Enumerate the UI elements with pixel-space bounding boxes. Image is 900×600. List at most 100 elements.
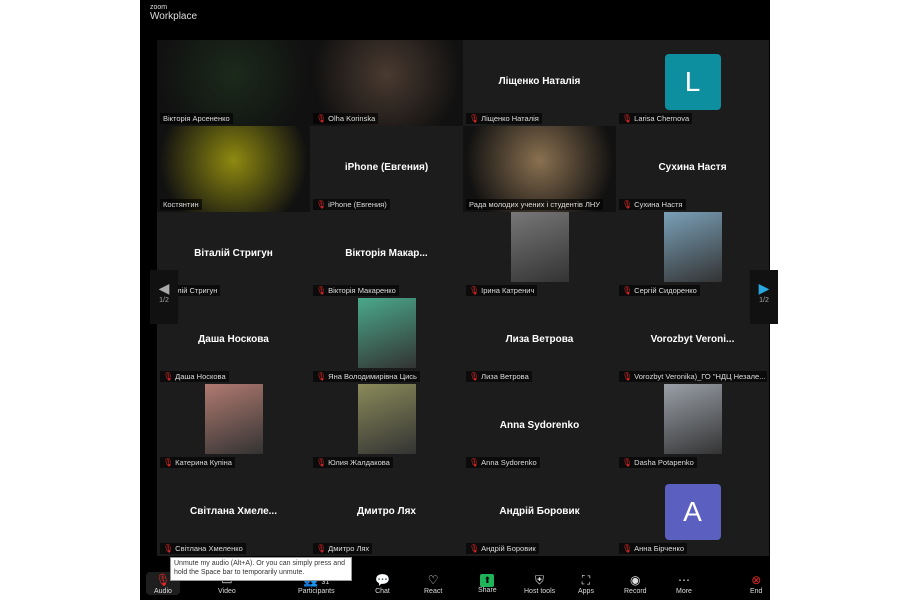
participant-tile[interactable]: 🎙 Olha Korinska	[310, 40, 463, 126]
participant-avatar: A	[664, 484, 721, 540]
mic-muted-icon: 🎙	[622, 114, 633, 123]
participant-tile[interactable]: Вікторія Арсененко	[157, 40, 310, 126]
participant-tile[interactable]: Вікторія Макар... 🎙 Вікторія Макаренко	[310, 212, 463, 298]
participant-photo	[663, 384, 722, 454]
unmute-tooltip: Unmute my audio (Alt+A). Or you can simp…	[170, 557, 352, 581]
participant-center-name: iPhone (Евгения)	[344, 162, 429, 173]
more-button[interactable]: ⋯ More	[676, 572, 692, 595]
participant-name-label: 🎙 Юлия Жалдакова	[313, 457, 393, 468]
mic-muted-icon: 🎙	[316, 286, 327, 295]
participant-tile[interactable]: Світлана Хмеле... 🎙 Світлана Хмеленко	[157, 470, 310, 556]
mic-muted-icon: 🎙	[163, 372, 174, 381]
mic-muted-icon: 🎙	[622, 286, 633, 295]
mic-muted-icon: 🎙	[316, 544, 327, 553]
mic-muted-icon: 🎙	[622, 372, 633, 381]
participant-name-label: Вікторія Арсененко	[160, 113, 233, 124]
participant-name-label: 🎙 Larisa Chernova	[619, 113, 693, 124]
prev-page-button[interactable]: ◀ 1/2	[150, 270, 178, 324]
participant-center-name: Anna Sydorenko	[499, 420, 580, 431]
participant-name-label: 🎙 Яна Володимирівна Цись	[313, 371, 420, 382]
participant-tile[interactable]: Віталій Стригун Віталій Стригун	[157, 212, 310, 298]
mic-muted-icon: 🎙	[469, 114, 480, 123]
participant-name-label: 🎙 Сергій Сидоренко	[619, 285, 700, 296]
mic-muted-icon: 🎙	[163, 544, 174, 553]
participant-tile[interactable]: A 🎙 Анна Бірченко	[616, 470, 769, 556]
mic-muted-icon: 🎙	[316, 372, 327, 381]
end-icon: ⊗	[751, 573, 762, 587]
participant-photo	[663, 212, 722, 282]
react-button[interactable]: ♡ React	[424, 572, 442, 595]
participant-name-label: 🎙 iPhone (Евгения)	[313, 199, 390, 210]
participant-name-label: 🎙 Вікторія Макаренко	[313, 285, 399, 296]
mic-muted-icon: 🎙	[316, 458, 327, 467]
participant-name-label: 🎙 Дмитро Лях	[313, 543, 373, 554]
participant-center-name: Ліщенко Наталія	[498, 76, 581, 87]
record-button[interactable]: ◉ Record	[624, 572, 647, 595]
participant-tile[interactable]: Костянтин	[157, 126, 310, 212]
participant-tile[interactable]: 🎙 Dasha Potapenko	[616, 384, 769, 470]
participant-name-label: 🎙 Dasha Potapenko	[619, 457, 697, 468]
participant-photo	[357, 298, 416, 368]
participant-name-label: 🎙 Anna Sydorenko	[466, 457, 540, 468]
participant-tile[interactable]: Сухина Настя 🎙 Сухина Настя	[616, 126, 769, 212]
participant-tile[interactable]: Лиза Ветрова 🎙 Лиза Ветрова	[463, 298, 616, 384]
gallery-grid: Вікторія Арсененко 🎙 Olha Korinska Ліщенко …	[157, 40, 769, 556]
mic-muted-icon: 🎙	[163, 458, 174, 467]
participant-photo	[510, 212, 569, 282]
participant-name-label: 🎙 Ліщенко Наталія	[466, 113, 542, 124]
participant-name-label: 🎙 Ірина Катренич	[466, 285, 538, 296]
participant-avatar: L	[664, 54, 721, 110]
participant-name-label: 🎙 Катерина Купіна	[160, 457, 235, 468]
participant-photo	[204, 384, 263, 454]
end-button[interactable]: ⊗ End	[750, 572, 762, 595]
share-button[interactable]: ⬆ Share	[478, 572, 497, 594]
chevron-left-icon: ◀	[158, 280, 170, 296]
participant-name-label: 🎙 Анна Бірченко	[619, 543, 688, 554]
apps-button[interactable]: ⛶ Apps	[578, 572, 594, 595]
mic-muted-icon: 🎙	[622, 200, 633, 209]
heart-icon: ♡	[427, 573, 439, 587]
record-icon: ◉	[630, 573, 641, 587]
participant-tile[interactable]: 🎙 Яна Володимирівна Цись	[310, 298, 463, 384]
participant-tile[interactable]: 🎙 Сергій Сидоренко	[616, 212, 769, 298]
participant-tile[interactable]: iPhone (Евгения) 🎙 iPhone (Евгения)	[310, 126, 463, 212]
participant-name-label: 🎙 Сухина Настя	[619, 199, 686, 210]
zoom-window: zoom Workplace Вікторія Арсененко 🎙 Olha K…	[140, 0, 778, 600]
chat-icon: 💬	[375, 573, 390, 587]
host-tools-button[interactable]: ⛨ Host tools	[524, 572, 555, 595]
participant-center-name: Вікторія Макар...	[345, 248, 428, 259]
mic-muted-icon: 🎙	[469, 544, 480, 553]
mic-muted-icon: 🎙	[622, 544, 633, 553]
mic-muted-icon: 🎙	[316, 114, 327, 123]
chat-button[interactable]: 💬 Chat	[375, 572, 390, 595]
participant-name-label: 🎙 Андрій Боровик	[466, 543, 539, 554]
participant-tile[interactable]: L 🎙 Larisa Chernova	[616, 40, 769, 126]
participant-tile[interactable]: 🎙 Ірина Катренич	[463, 212, 616, 298]
participant-name-label: 🎙 Даша Носкова	[160, 371, 229, 382]
next-page-button[interactable]: ▶ 1/2	[750, 270, 778, 324]
participant-name-label: Рада молодих учених і студентів ЛНУ	[466, 199, 604, 210]
participant-tile[interactable]: Anna Sydorenko 🎙 Anna Sydorenko	[463, 384, 616, 470]
more-icon: ⋯	[677, 573, 690, 587]
chevron-right-icon: ▶	[758, 280, 770, 296]
participant-tile[interactable]: Рада молодих учених і студентів ЛНУ	[463, 126, 616, 212]
participant-tile[interactable]: 🎙 Катерина Купіна	[157, 384, 310, 470]
participant-tile[interactable]: Андрій Боровик 🎙 Андрій Боровик	[463, 470, 616, 556]
participant-center-name: Андрій Боровик	[499, 506, 580, 517]
participant-tile[interactable]: Даша Носкова 🎙 Даша Носкова	[157, 298, 310, 384]
participant-name-label: Костянтин	[160, 199, 202, 210]
shield-icon: ⛨	[535, 573, 545, 587]
participant-name-label: 🎙 Vorozbyt Veronika)_ГО "НДЦ Незале...	[619, 371, 767, 382]
participant-tile[interactable]: Ліщенко Наталія 🎙 Ліщенко Наталія	[463, 40, 616, 126]
participant-center-name: Даша Носкова	[198, 334, 269, 345]
participant-center-name: Віталій Стригун	[194, 248, 273, 259]
share-icon: ⬆	[480, 574, 495, 587]
participant-center-name: Дмитро Лях	[357, 506, 416, 517]
participant-tile[interactable]: Vorozbyt Veroni... 🎙 Vorozbyt Veronika)_ГО…	[616, 298, 769, 384]
participant-center-name: Лиза Ветрова	[505, 334, 574, 345]
participant-tile[interactable]: 🎙 Юлия Жалдакова	[310, 384, 463, 470]
participant-name-label: 🎙 Світлана Хмеленко	[160, 543, 246, 554]
participant-tile[interactable]: Дмитро Лях 🎙 Дмитро Лях	[310, 470, 463, 556]
mic-muted-icon: 🎙	[469, 286, 480, 295]
mic-muted-icon: 🎙	[469, 458, 480, 467]
